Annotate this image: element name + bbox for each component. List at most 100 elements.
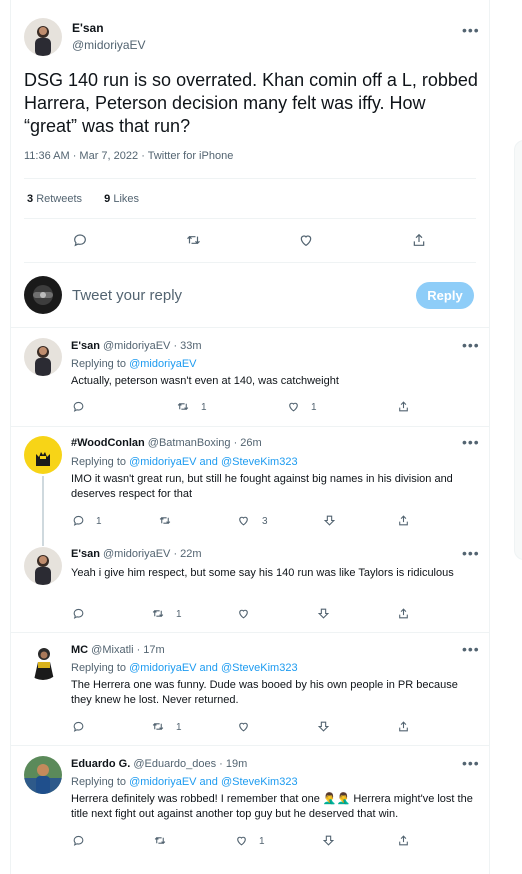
retweet-icon[interactable] <box>176 400 190 413</box>
tweet-meta[interactable]: 11:36 AM · Mar 7, 2022 · Twitter for iPh… <box>24 150 233 162</box>
retweet-icon[interactable] <box>185 232 202 248</box>
reply-author-name[interactable]: Eduardo G. <box>71 758 130 770</box>
like-count: 1 <box>259 836 265 847</box>
like-icon[interactable] <box>235 834 248 847</box>
more-icon[interactable]: ••• <box>462 756 480 770</box>
more-icon[interactable]: ••• <box>462 435 480 449</box>
reply-icon[interactable] <box>72 232 88 248</box>
replying-prefix: Replying to <box>71 662 130 674</box>
reply-author-name[interactable]: E'san <box>71 340 100 352</box>
retweets-label[interactable]: Retweets <box>36 193 82 205</box>
tweet-text: DSG 140 run is so overrated. Khan comin … <box>24 70 478 136</box>
share-icon[interactable] <box>397 834 410 847</box>
reply-avatar[interactable] <box>24 436 62 474</box>
retweet-icon[interactable] <box>153 834 167 847</box>
reply-icon[interactable] <box>72 514 85 527</box>
reply-input[interactable]: Tweet your reply <box>72 287 182 304</box>
reply-count: 1 <box>96 516 102 527</box>
retweet-count: 1 <box>176 722 182 733</box>
more-icon[interactable]: ••• <box>462 642 480 656</box>
reply-button[interactable]: Reply <box>416 282 474 309</box>
share-icon[interactable] <box>397 607 410 620</box>
reply-avatar[interactable] <box>24 756 62 794</box>
like-icon[interactable] <box>298 232 314 248</box>
reply-author[interactable]: #WoodConlan @BatmanBoxing · 26m <box>71 437 262 449</box>
reply-author-name[interactable]: MC <box>71 644 88 656</box>
downvote-icon[interactable] <box>317 607 330 620</box>
likes-count[interactable]: 9 <box>104 193 110 205</box>
more-icon[interactable]: ••• <box>462 338 480 352</box>
retweet-icon[interactable] <box>158 514 172 527</box>
reply-text: IMO it wasn't great run, but still he fo… <box>71 473 453 500</box>
thread-line <box>42 476 44 546</box>
retweet-icon[interactable] <box>151 720 165 733</box>
retweet-count: 1 <box>176 609 182 620</box>
divider <box>24 262 476 263</box>
reply-author-handle[interactable]: @BatmanBoxing · 26m <box>148 437 262 449</box>
replying-to-link[interactable]: @midoriyaEV and @SteveKim323 <box>129 662 297 674</box>
divider <box>11 327 489 328</box>
replying-to: Replying to @midoriyaEV and @SteveKim323 <box>71 456 298 468</box>
downvote-icon[interactable] <box>323 514 336 527</box>
replying-prefix: Replying to <box>71 358 130 370</box>
reply-author-name[interactable]: E'san <box>71 548 100 560</box>
more-icon[interactable]: ••• <box>462 546 480 560</box>
retweet-count: 1 <box>201 402 207 413</box>
reply-text: Herrera definitely was robbed! I remembe… <box>71 793 473 820</box>
likes-label[interactable]: Likes <box>113 193 139 205</box>
tweet-stats: 3 Retweets 9 Likes <box>27 193 139 205</box>
share-icon[interactable] <box>397 514 410 527</box>
reply-author[interactable]: Eduardo G. @Eduardo_does · 19m <box>71 758 247 770</box>
like-count: 3 <box>262 516 268 527</box>
reply-icon[interactable] <box>72 834 85 847</box>
reply-author-handle[interactable]: @Eduardo_does · 19m <box>133 758 247 770</box>
reply-text: The Herrera one was funny. Dude was booe… <box>71 679 458 706</box>
author-handle[interactable]: @midoriyaEV <box>72 38 146 52</box>
replying-to-link[interactable]: @midoriyaEV <box>129 358 196 370</box>
reply-avatar[interactable] <box>24 338 62 376</box>
reply-author[interactable]: MC @Mixatli · 17m <box>71 644 165 656</box>
replying-to: Replying to @midoriyaEV and @SteveKim323 <box>71 776 298 788</box>
like-icon[interactable] <box>237 720 250 733</box>
replying-to: Replying to @midoriyaEV and @SteveKim323 <box>71 662 298 674</box>
share-icon[interactable] <box>411 232 427 248</box>
more-icon[interactable]: ••• <box>462 23 480 37</box>
reply-author[interactable]: E'san @midoriyaEV · 33m <box>71 340 202 352</box>
like-icon[interactable] <box>237 607 250 620</box>
replying-to: Replying to @midoriyaEV <box>71 358 197 370</box>
like-icon[interactable] <box>237 514 250 527</box>
author-name[interactable]: E'san <box>72 21 104 35</box>
replying-to-link[interactable]: @midoriyaEV and @SteveKim323 <box>129 776 297 788</box>
reply-author-handle[interactable]: @midoriyaEV · 22m <box>103 548 202 560</box>
divider <box>11 632 489 633</box>
reply-author-handle[interactable]: @Mixatli · 17m <box>91 644 165 656</box>
replying-prefix: Replying to <box>71 456 130 468</box>
replying-prefix: Replying to <box>71 776 130 788</box>
retweet-icon[interactable] <box>151 607 165 620</box>
downvote-icon[interactable] <box>322 834 335 847</box>
share-icon[interactable] <box>397 400 410 413</box>
downvote-icon[interactable] <box>317 720 330 733</box>
reply-avatar[interactable] <box>24 547 62 585</box>
reply-author-name[interactable]: #WoodConlan <box>71 437 145 449</box>
divider <box>24 178 476 179</box>
reply-author[interactable]: E'san @midoriyaEV · 22m <box>71 548 202 560</box>
like-count: 1 <box>311 402 317 413</box>
reply-author-handle[interactable]: @midoriyaEV · 33m <box>103 340 202 352</box>
divider <box>11 426 489 427</box>
reply-avatar[interactable] <box>24 642 62 680</box>
replying-to-link[interactable]: @midoriyaEV and @SteveKim323 <box>129 456 297 468</box>
divider <box>11 745 489 746</box>
retweets-count[interactable]: 3 <box>27 193 33 205</box>
like-icon[interactable] <box>287 400 300 413</box>
reply-icon[interactable] <box>72 720 85 733</box>
my-avatar[interactable] <box>24 276 62 314</box>
author-avatar[interactable] <box>24 18 62 56</box>
reply-icon[interactable] <box>72 400 85 413</box>
reply-icon[interactable] <box>72 607 85 620</box>
reply-text: Yeah i give him respect, but some say hi… <box>71 567 454 579</box>
reply-text: Actually, peterson wasn't even at 140, w… <box>71 375 339 387</box>
divider <box>24 218 476 219</box>
sidebar-card-edge <box>514 140 522 560</box>
share-icon[interactable] <box>397 720 410 733</box>
